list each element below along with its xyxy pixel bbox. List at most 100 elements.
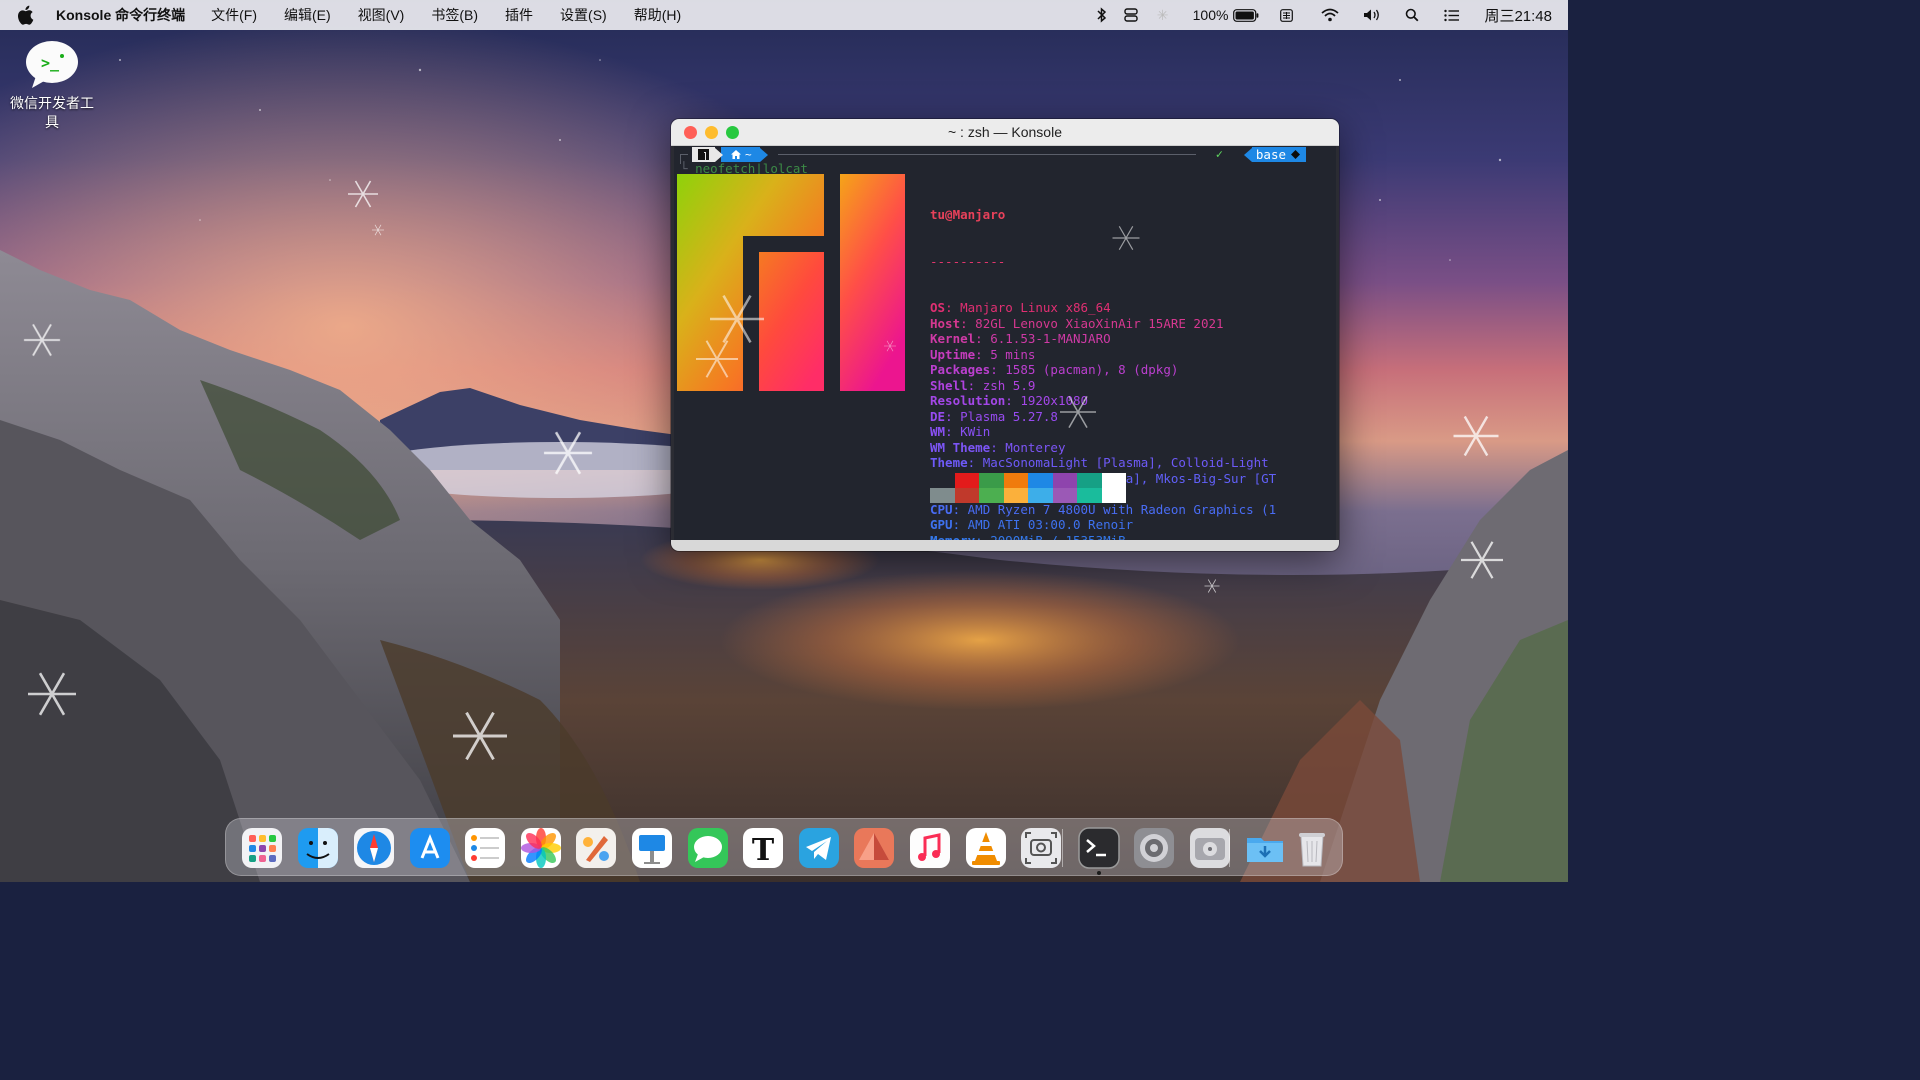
screenshot-icon[interactable] <box>1019 826 1063 870</box>
palette-swatch <box>930 473 955 488</box>
snow-icon[interactable]: ✳ <box>1147 7 1179 24</box>
dock-separator <box>1062 829 1063 867</box>
battery-percent: 100% <box>1192 7 1229 23</box>
neofetch-row: Uptime: 5 mins <box>930 347 1276 363</box>
downloads-folder-icon[interactable] <box>1243 826 1287 870</box>
neofetch-key: OS <box>930 300 946 315</box>
palette-swatch <box>1052 488 1077 503</box>
launchpad-icon[interactable] <box>240 826 284 870</box>
keynote-icon[interactable] <box>630 826 674 870</box>
typora-icon[interactable]: T <box>741 826 785 870</box>
app-store-icon[interactable] <box>408 826 452 870</box>
terminal-icon[interactable] <box>1077 826 1121 870</box>
trash-icon[interactable] <box>1290 826 1334 870</box>
neofetch-value: Plasma 5.27.8 <box>960 408 1058 424</box>
neofetch-value: zsh 5.9 <box>982 377 1036 393</box>
vlc-icon[interactable] <box>964 826 1008 870</box>
reminders-icon[interactable] <box>463 826 507 870</box>
desktop-icon-label: 微信开发者工具 <box>10 95 94 130</box>
neofetch-separator: ---------- <box>930 253 1006 269</box>
window-bottom-edge <box>671 540 1339 551</box>
neofetch-value: 6.1.53-1-MANJARO <box>990 331 1111 346</box>
neofetch-colon: : <box>990 362 1006 377</box>
active-app-name[interactable]: Konsole 命令行终端 <box>56 5 185 25</box>
menu-plugins[interactable]: 插件 <box>505 5 533 25</box>
neofetch-key: WM <box>930 424 946 439</box>
manjaro-os-icon <box>692 147 715 162</box>
neofetch-user-host: tu@Manjaro <box>930 207 1006 222</box>
menu-list-icon[interactable] <box>1432 9 1470 22</box>
keyboard-icon[interactable] <box>1264 8 1308 22</box>
neofetch-colon: : <box>945 300 961 315</box>
neofetch-value: 1585 (pacman), 8 (dpkg) <box>1005 362 1179 377</box>
neofetch-colon: : <box>952 501 968 517</box>
neofetch-colon: : <box>952 517 968 532</box>
neofetch-key: Packages <box>930 362 991 377</box>
neofetch-value: 82GL Lenovo XiaoXinAir 15ARE 2021 <box>975 315 1224 331</box>
menu-settings[interactable]: 设置(S) <box>560 5 607 25</box>
bluetooth-icon[interactable] <box>1089 7 1115 23</box>
manjaro-logo-art <box>677 174 905 391</box>
photos-icon[interactable] <box>519 826 563 870</box>
palette-swatch <box>1077 473 1102 488</box>
neofetch-colon: : <box>945 424 961 439</box>
battery-icon[interactable] <box>1228 8 1264 22</box>
apple-logo-icon[interactable] <box>16 5 34 25</box>
segment-separator <box>715 147 723 162</box>
prompt-status-check: ✓ <box>1215 147 1223 161</box>
volume-icon[interactable] <box>1352 8 1392 22</box>
neofetch-key: GPU <box>930 517 953 532</box>
palette-swatch <box>1052 473 1077 488</box>
clock[interactable]: 周三21:48 <box>1484 5 1552 26</box>
desktop-icon-wechat-devtools[interactable]: >_ 微信开发者工具 <box>6 40 98 132</box>
svg-text:T: T <box>752 833 775 868</box>
menu-edit[interactable]: 编辑(E) <box>284 5 331 25</box>
telegram-icon[interactable] <box>797 826 841 870</box>
neofetch-key: Theme <box>930 455 968 470</box>
system-settings-icon[interactable] <box>1132 826 1176 870</box>
neofetch-key: Kernel <box>930 331 976 346</box>
window-title: ~ : zsh — Konsole <box>947 124 1062 140</box>
prompt-right-segments: base <box>1243 147 1306 162</box>
window-titlebar[interactable]: ~ : zsh — Konsole <box>671 119 1339 146</box>
disk-utility-icon[interactable] <box>1188 826 1232 870</box>
neofetch-colon: : <box>967 455 983 470</box>
music-icon[interactable] <box>908 826 952 870</box>
search-icon[interactable] <box>1392 8 1432 22</box>
palette-swatch <box>1003 473 1028 488</box>
neofetch-value: 5 mins <box>990 346 1036 362</box>
storage-icon[interactable] <box>1115 8 1147 22</box>
prompt-filler-line <box>778 154 1196 155</box>
wifi-icon[interactable] <box>1308 8 1352 22</box>
safari-icon[interactable] <box>352 826 396 870</box>
menu-bookmarks[interactable]: 书签(B) <box>431 5 478 25</box>
neofetch-row: Shell: zsh 5.9 <box>930 378 1276 394</box>
neofetch-key: CPU <box>930 501 953 517</box>
affinity-icon[interactable] <box>852 826 896 870</box>
neofetch-colon: : <box>975 346 991 362</box>
palette-swatch <box>1101 473 1126 488</box>
menu-file[interactable]: 文件(F) <box>211 5 257 25</box>
neofetch-colon: : <box>967 377 983 393</box>
neofetch-key: DE <box>930 408 946 424</box>
finder-icon[interactable] <box>296 826 340 870</box>
dock: T <box>225 818 1343 876</box>
menu-bar: Konsole 命令行终端 文件(F) 编辑(E) 视图(V) 书签(B) 插件… <box>0 0 1568 30</box>
konsole-window[interactable]: ~ : zsh — Konsole ~ ✓ base └ neofetch|lo… <box>671 119 1339 551</box>
menu-view[interactable]: 视图(V) <box>358 5 405 25</box>
palette-swatch <box>1077 488 1102 503</box>
palette-swatch <box>1028 473 1053 488</box>
menu-help[interactable]: 帮助(H) <box>634 5 681 25</box>
pixelmator-icon[interactable] <box>574 826 618 870</box>
home-icon <box>731 150 741 159</box>
dock-separator <box>1229 829 1230 867</box>
segment-separator <box>1243 147 1252 162</box>
neofetch-colon: : <box>975 331 991 346</box>
palette-swatch <box>979 488 1004 503</box>
neofetch-colon: : <box>990 439 1006 455</box>
palette-swatch <box>930 488 955 503</box>
neofetch-row: CPU: AMD Ryzen 7 4800U with Radeon Graph… <box>930 502 1276 518</box>
color-palette <box>930 473 1126 503</box>
messages-icon[interactable] <box>686 826 730 870</box>
terminal-area[interactable]: ~ ✓ base └ neofetch|lolcat tu@Manjaro --… <box>674 146 1336 548</box>
